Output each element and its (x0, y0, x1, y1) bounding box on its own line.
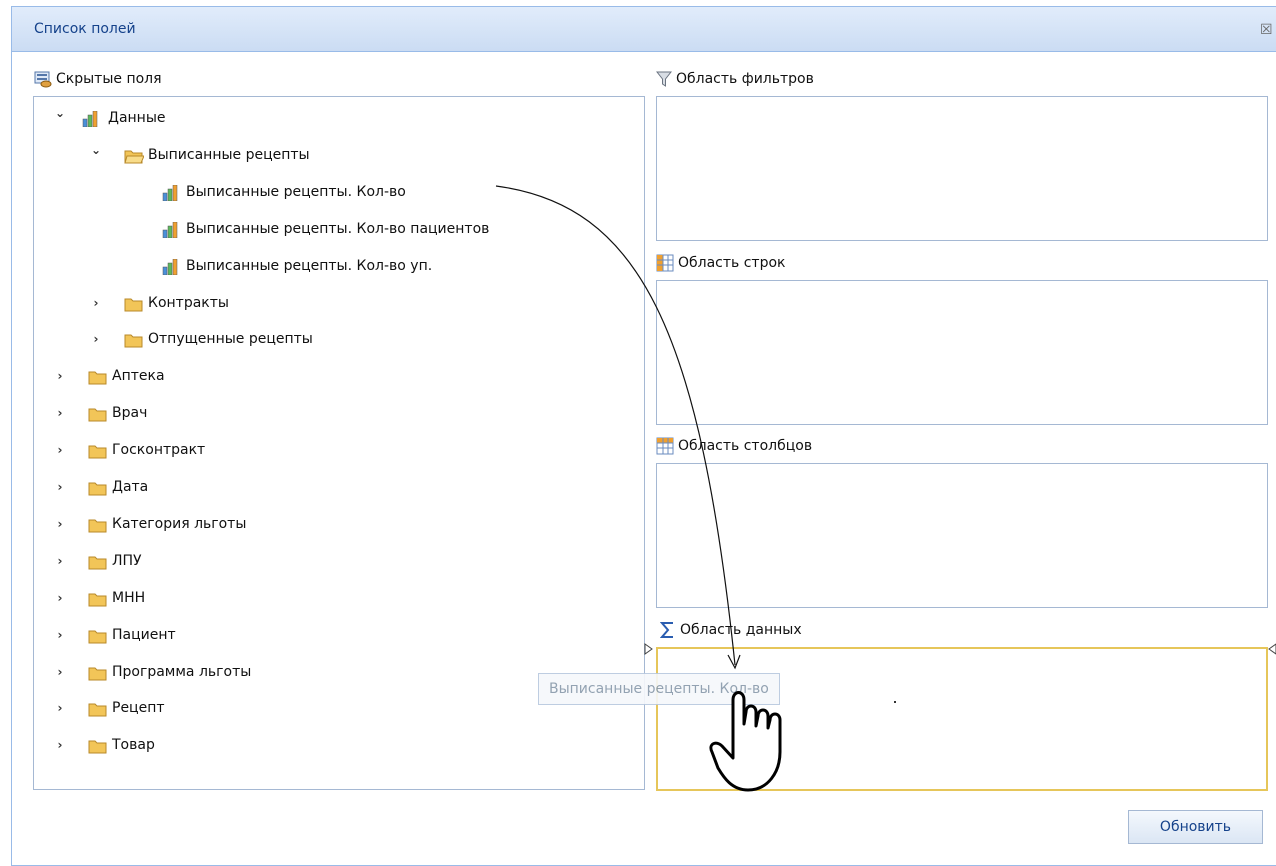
tree-item[interactable]: ⌄ Выписанные рецепты (34, 143, 634, 166)
folder-open-icon (124, 148, 145, 171)
chevron-right-icon[interactable]: › (54, 734, 66, 756)
tree-item-label: Выписанные рецепты (148, 146, 310, 163)
dialog-title: Список полей (34, 21, 136, 37)
folder-icon (88, 628, 108, 651)
update-button[interactable]: Обновить (1128, 810, 1263, 844)
tree-item[interactable]: › Контракты (34, 292, 634, 314)
folder-icon (124, 332, 144, 355)
drag-ghost-field: Выписанные рецепты. Кол-во (538, 673, 780, 705)
data-area-header: Область данных (660, 621, 802, 639)
folder-icon (88, 665, 108, 688)
rows-area-drop-zone[interactable] (656, 280, 1268, 425)
tree-item-label: Пациент (112, 626, 176, 643)
chevron-right-icon[interactable]: › (54, 476, 66, 498)
folder-icon (88, 591, 108, 614)
chevron-right-icon[interactable]: › (54, 365, 66, 387)
data-area-label: Область данных (680, 622, 802, 638)
hidden-fields-header: Скрытые поля (34, 70, 162, 88)
folder-icon (88, 517, 108, 540)
tree-item[interactable]: Выписанные рецепты. Кол-во (34, 181, 634, 203)
chevron-right-icon[interactable]: › (54, 624, 66, 646)
chevron-right-icon[interactable]: › (90, 292, 102, 314)
folder-icon (88, 369, 108, 392)
tree-item[interactable]: › Госконтракт (34, 439, 634, 461)
folder-icon (88, 738, 108, 761)
chevron-right-icon[interactable]: › (54, 439, 66, 461)
tree-item-label: Выписанные рецепты. Кол-во (186, 183, 406, 200)
columns-area-header: Область столбцов (656, 437, 812, 455)
measure-bars-icon (162, 221, 180, 245)
tree-item[interactable]: Выписанные рецепты. Кол-во пациентов (34, 218, 634, 240)
tree-item-label: Категория льготы (112, 515, 247, 532)
tree-item[interactable]: › МНН (34, 587, 634, 609)
folder-icon (88, 554, 108, 577)
dialog-title-bar[interactable]: Список полей ☒ (12, 7, 1276, 52)
tree-item[interactable]: › Дата (34, 476, 634, 498)
tree-item[interactable]: › Отпущенные рецепты (34, 328, 634, 350)
rows-grid-icon (656, 254, 674, 272)
tree-item[interactable]: › Аптека (34, 365, 634, 387)
chevron-right-icon[interactable]: › (54, 587, 66, 609)
folder-icon (88, 480, 108, 503)
folder-icon (88, 701, 108, 724)
rows-area-label: Область строк (678, 255, 786, 271)
close-icon[interactable]: ☒ (1260, 22, 1273, 38)
tree-item[interactable]: › Пациент (34, 624, 634, 646)
filter-area-drop-zone[interactable] (656, 96, 1268, 241)
tree-item-label: Врач (112, 405, 148, 422)
measure-group-icon (82, 110, 100, 134)
chevron-right-icon[interactable]: › (54, 513, 66, 535)
chevron-down-icon[interactable]: ⌄ (54, 102, 66, 124)
folder-icon (88, 406, 108, 429)
tree-item-label: Отпущенные рецепты (148, 331, 313, 348)
columns-area-label: Область столбцов (678, 438, 813, 454)
measure-bars-icon (162, 184, 180, 208)
folder-icon (124, 296, 144, 319)
rows-area-header: Область строк (656, 254, 786, 272)
tree-item[interactable]: ⌄ Данные (34, 106, 634, 129)
tree-item[interactable]: › ЛПУ (34, 550, 634, 572)
tree-item-label: МНН (112, 589, 146, 606)
columns-area-drop-zone[interactable] (656, 463, 1268, 608)
chevron-right-icon[interactable]: › (54, 550, 66, 572)
tree-item[interactable]: › Категория льготы (34, 513, 634, 535)
funnel-icon (656, 71, 672, 87)
tree-item[interactable]: › Врач (34, 402, 634, 424)
folder-icon (88, 443, 108, 466)
tree-item-label: Рецепт (112, 700, 165, 717)
chevron-right-icon[interactable]: › (54, 697, 66, 719)
tree-item-label: Дата (112, 479, 149, 495)
hidden-fields-icon (34, 71, 52, 88)
tree-item-label: ЛПУ (112, 552, 142, 569)
columns-grid-icon (656, 437, 674, 455)
chevron-right-icon[interactable]: › (90, 328, 102, 350)
tree-item-label: Аптека (112, 368, 165, 385)
tree-item-label: Данные (108, 110, 166, 126)
chevron-right-icon[interactable]: › (54, 402, 66, 424)
measure-bars-icon (162, 258, 180, 282)
tree-item-label: Программа льготы (112, 663, 252, 680)
hidden-fields-label: Скрытые поля (56, 71, 162, 87)
filter-area-label: Область фильтров (676, 71, 814, 87)
tree-item-label: Контракты (148, 294, 229, 311)
data-area-drop-zone[interactable] (656, 647, 1268, 791)
tree-item[interactable]: › Товар (34, 734, 634, 756)
chevron-right-icon[interactable]: › (54, 661, 66, 683)
chevron-down-icon[interactable]: ⌄ (90, 139, 102, 161)
drop-indicator-dot (894, 701, 896, 703)
tree-item-label: Товар (112, 737, 155, 754)
sigma-icon (660, 622, 673, 638)
tree-item-label: Госконтракт (112, 442, 206, 459)
tree-item[interactable]: Выписанные рецепты. Кол-во уп. (34, 255, 634, 277)
tree-item-label: Выписанные рецепты. Кол-во уп. (186, 257, 433, 274)
tree-item-label: Выписанные рецепты. Кол-во пациентов (186, 220, 490, 237)
filter-area-header: Область фильтров (656, 70, 814, 88)
